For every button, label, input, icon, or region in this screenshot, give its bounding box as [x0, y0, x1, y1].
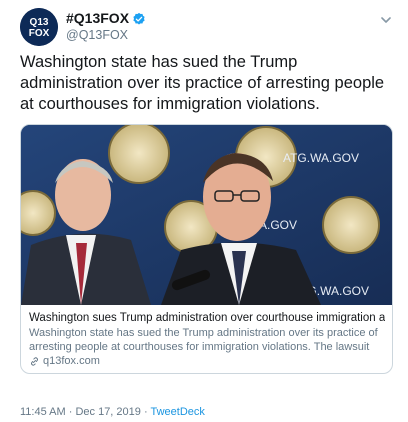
tweet-source-link[interactable]: TweetDeck: [150, 406, 204, 418]
account-names: #Q13FOX @Q13FOX: [66, 10, 146, 43]
q13fox-logo-icon: Q13 FOX: [20, 8, 58, 46]
tweet-text: Washington state has sued the Trump admi…: [20, 53, 385, 113]
card-description: Washington state has sued the Trump admi…: [29, 327, 378, 353]
tweet-time[interactable]: 11:45 AM: [20, 406, 66, 418]
verified-badge-icon: [133, 12, 145, 25]
tweet-date[interactable]: Dec 17, 2019: [75, 406, 140, 418]
handle[interactable]: @Q13FOX: [66, 27, 146, 43]
display-name[interactable]: #Q13FOX: [66, 10, 129, 27]
backdrop-text: ATG.WA.GOV: [283, 151, 359, 165]
avatar-logo-top: Q13: [30, 17, 49, 28]
tweet-header: Q13 FOX #Q13FOX @Q13FOX: [20, 8, 394, 48]
link-icon: [31, 356, 38, 366]
card-title[interactable]: Washington sues Trump administration ove…: [29, 311, 385, 325]
meta-separator: ·: [65, 406, 76, 418]
link-card[interactable]: ATG.WA.GOV ATG.WA.GOV ATG.WA.GOV: [20, 124, 393, 374]
tweet: Q13 FOX #Q13FOX @Q13FOX Washington state…: [0, 0, 408, 422]
chevron-down-icon[interactable]: [378, 12, 394, 28]
avatar[interactable]: Q13 FOX: [20, 8, 58, 46]
display-name-row[interactable]: #Q13FOX: [66, 10, 146, 27]
avatar-logo-bottom: FOX: [29, 28, 50, 39]
card-domain[interactable]: q13fox.com: [29, 355, 100, 367]
card-image[interactable]: ATG.WA.GOV ATG.WA.GOV ATG.WA.GOV: [21, 125, 392, 305]
card-domain-text[interactable]: q13fox.com: [43, 355, 100, 367]
tweet-meta: 11:45 AM · Dec 17, 2019 · TweetDeck: [20, 406, 205, 418]
